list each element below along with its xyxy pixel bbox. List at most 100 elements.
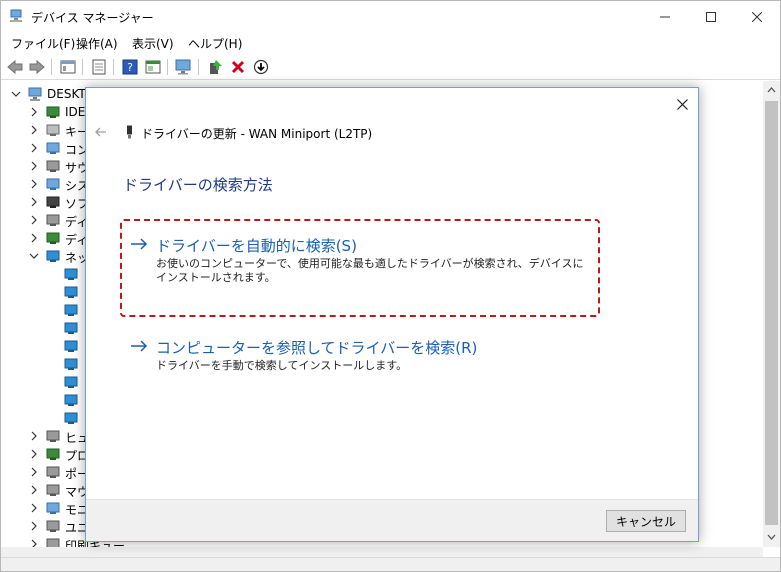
toolbar-separator — [51, 59, 52, 75]
view-icon — [145, 60, 161, 74]
chevron-right-icon[interactable] — [29, 143, 39, 153]
tree-item[interactable]: ユニ — [1, 517, 91, 535]
chevron-right-icon[interactable] — [29, 107, 39, 117]
network-device-icon — [127, 125, 132, 139]
dialog-close-button[interactable] — [674, 96, 690, 112]
network-adapter-child[interactable] — [1, 355, 91, 373]
minimize-icon — [660, 16, 670, 17]
system-device-icon — [46, 178, 60, 190]
forward-arrow-icon — [29, 60, 45, 74]
chevron-right-icon[interactable] — [29, 485, 39, 495]
browse-computer-option[interactable]: コンピューターを参照してドライバーを検索(R) ドライバーを手動で検索してインス… — [126, 337, 596, 377]
update-driver-dialog: ドライバーの更新 - WAN Miniport (L2TP) ドライバーの検索方… — [85, 87, 699, 542]
network-adapter-child[interactable] — [1, 373, 91, 391]
tree-item[interactable]: ヒュ — [1, 427, 91, 445]
view-button[interactable] — [144, 58, 162, 76]
chevron-right-icon[interactable] — [29, 215, 39, 225]
tree-item[interactable]: ポー — [1, 463, 91, 481]
display-adapter-icon — [46, 232, 60, 244]
network-adapter-icon — [64, 394, 78, 406]
cancel-button[interactable]: キャンセル — [606, 510, 686, 532]
chevron-right-icon[interactable] — [29, 125, 39, 135]
properties-window-icon — [60, 60, 76, 74]
chevron-right-icon[interactable] — [29, 539, 39, 547]
update-driver-button[interactable] — [206, 58, 224, 76]
network-adapter-icon — [64, 286, 78, 298]
arrow-right-icon — [131, 238, 148, 250]
close-window-button[interactable] — [734, 1, 780, 32]
tree-item[interactable]: モニ — [1, 499, 91, 517]
menu-bar: ファイル(F) 操作(A) 表示(V) ヘルプ(H) — [1, 32, 780, 54]
dialog-back-arrow-icon[interactable] — [94, 125, 108, 139]
tree-item[interactable]: IDE — [1, 103, 91, 121]
uninstall-device-button[interactable] — [229, 58, 247, 76]
tree-root-node[interactable]: DESKTO — [1, 85, 95, 103]
tree-item[interactable]: ディ — [1, 211, 91, 229]
menu-file[interactable]: ファイル(F) — [11, 35, 75, 52]
network-adapter-child[interactable] — [1, 283, 91, 301]
tree-item[interactable]: キー — [1, 121, 91, 139]
dialog-footer: キャンセル — [86, 499, 698, 541]
scroll-thumb[interactable] — [765, 101, 778, 525]
print-queue-icon — [46, 538, 60, 547]
network-adapter-child[interactable] — [1, 265, 91, 283]
properties-window-button[interactable] — [59, 58, 77, 76]
download-arrow-icon — [253, 59, 269, 75]
network-adapter-child[interactable] — [1, 391, 91, 409]
tree-item[interactable]: サウ — [1, 157, 91, 175]
chevron-right-icon[interactable] — [29, 431, 39, 441]
usb-icon — [46, 520, 60, 532]
network-adapter-icon — [64, 412, 78, 424]
help-button[interactable]: ? — [121, 58, 139, 76]
port-icon — [46, 466, 60, 478]
enable-device-button[interactable] — [252, 58, 270, 76]
close-icon — [752, 11, 762, 22]
toolbar-separator — [167, 59, 168, 75]
auto-search-option[interactable]: ドライバーを自動的に検索(S) お使いのコンピューターで、使用可能な最も適したド… — [126, 235, 596, 295]
scroll-down-icon — [767, 534, 776, 540]
chevron-right-icon[interactable] — [29, 161, 39, 171]
tree-item[interactable]: コン — [1, 139, 91, 157]
printer-list-button[interactable] — [90, 58, 108, 76]
menu-action[interactable]: 操作(A) — [76, 35, 118, 52]
tree-item[interactable]: 印刷キュー — [1, 535, 125, 547]
tree-item[interactable]: ソフ — [1, 193, 91, 211]
menu-view[interactable]: 表示(V) — [132, 35, 174, 52]
toolbar-separator — [82, 59, 83, 75]
menu-help[interactable]: ヘルプ(H) — [188, 35, 242, 52]
chevron-right-icon[interactable] — [29, 179, 39, 189]
maximize-button[interactable] — [688, 1, 734, 32]
network-adapter-child[interactable] — [1, 409, 91, 427]
tree-item[interactable]: シス — [1, 175, 91, 193]
tree-item[interactable]: ネッ — [1, 247, 91, 265]
close-icon — [676, 98, 688, 110]
monitor-icon — [46, 502, 60, 514]
network-adapter-icon — [64, 358, 78, 370]
title-bar: デバイス マネージャー — [1, 1, 780, 32]
mouse-icon — [46, 484, 60, 496]
network-adapter-icon — [64, 340, 78, 352]
forward-button[interactable] — [28, 58, 46, 76]
tree-item[interactable]: ディ — [1, 229, 91, 247]
toolbar-separator — [198, 59, 199, 75]
network-adapter-child[interactable] — [1, 319, 91, 337]
vertical-scrollbar[interactable] — [763, 81, 780, 547]
chevron-right-icon[interactable] — [29, 449, 39, 459]
tree-item[interactable]: プロ — [1, 445, 91, 463]
network-adapter-child[interactable] — [1, 301, 91, 319]
chevron-right-icon[interactable] — [29, 467, 39, 477]
chevron-right-icon[interactable] — [29, 197, 39, 207]
minimize-button[interactable] — [642, 1, 688, 32]
back-button[interactable] — [6, 58, 24, 76]
status-bar — [1, 557, 780, 571]
horizontal-scrollbar[interactable] — [1, 547, 763, 557]
network-adapter-child[interactable] — [1, 337, 91, 355]
chevron-down-icon[interactable] — [29, 251, 39, 261]
tree-item[interactable]: マウ — [1, 481, 91, 499]
keyboard-icon — [46, 124, 60, 136]
chevron-right-icon[interactable] — [29, 503, 39, 513]
chevron-right-icon[interactable] — [29, 233, 39, 243]
scan-hardware-button[interactable] — [175, 58, 193, 76]
chevron-right-icon[interactable] — [29, 521, 39, 531]
arrow-right-icon — [131, 340, 148, 352]
